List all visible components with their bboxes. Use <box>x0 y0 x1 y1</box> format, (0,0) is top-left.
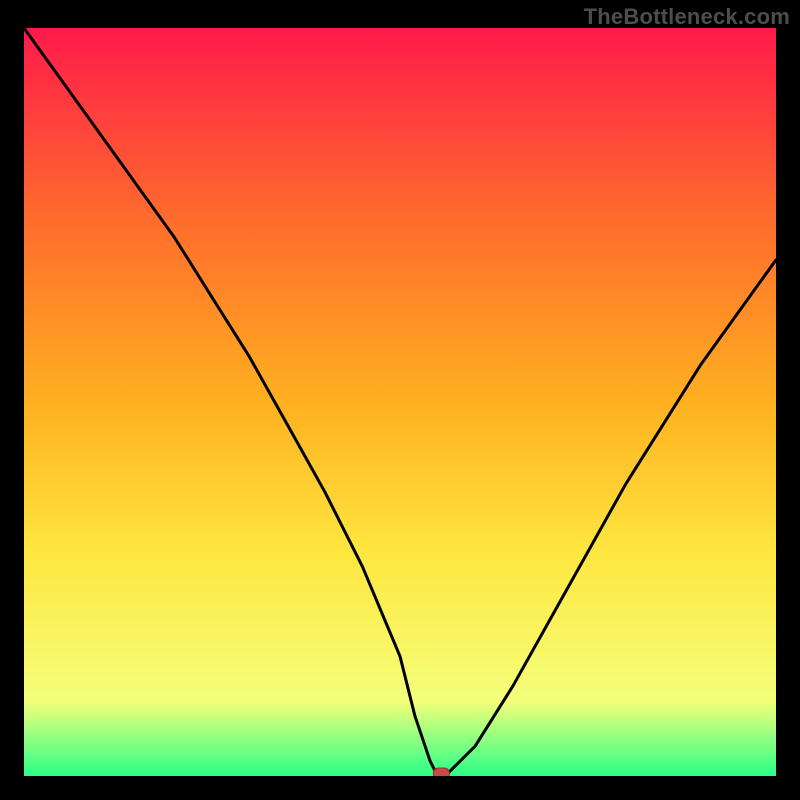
chart-frame: TheBottleneck.com <box>0 0 800 800</box>
chart-svg <box>24 28 776 776</box>
gradient-background <box>24 28 776 776</box>
optimal-marker <box>433 768 449 776</box>
watermark-text: TheBottleneck.com <box>584 4 790 30</box>
chart-plot-area <box>24 28 776 776</box>
